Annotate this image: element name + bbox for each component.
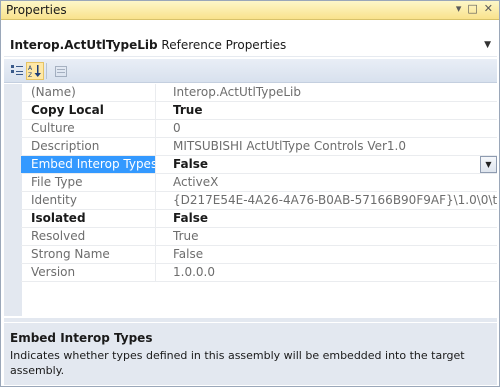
property-value[interactable]: False xyxy=(173,156,497,173)
object-type: Reference Properties xyxy=(157,38,287,52)
property-row-copy-local[interactable]: Copy Local True xyxy=(21,102,497,120)
object-name: Interop.ActUtlTypeLib xyxy=(10,38,158,52)
window-controls: ▾ □ ✕ xyxy=(456,2,493,15)
object-selector[interactable]: Interop.ActUtlTypeLib Reference Properti… xyxy=(4,34,497,57)
property-grid: (Name) Interop.ActUtlTypeLib Copy Local … xyxy=(4,84,497,316)
property-name: Isolated xyxy=(21,210,156,227)
property-name: Embed Interop Types xyxy=(21,156,156,173)
property-row-name[interactable]: (Name) Interop.ActUtlTypeLib xyxy=(21,84,497,102)
property-value: {D217E54E-4A26-4A76-B0AB-57166B90F9AF}\1… xyxy=(173,193,497,207)
property-name: Identity xyxy=(21,192,156,209)
property-name: Culture xyxy=(21,120,156,137)
property-value: 1.0.0.0 xyxy=(173,265,215,279)
property-rows: (Name) Interop.ActUtlTypeLib Copy Local … xyxy=(21,84,497,282)
window-titlebar: Properties ▾ □ ✕ xyxy=(1,1,499,20)
alphabetical-sort-button-icon[interactable]: A Z xyxy=(26,62,44,80)
description-text: Indicates whether types defined in this … xyxy=(10,349,465,377)
property-row-identity[interactable]: Identity {D217E54E-4A26-4A76-B0AB-57166B… xyxy=(21,192,497,210)
property-name: (Name) xyxy=(21,84,156,101)
property-value: False xyxy=(173,211,208,225)
property-name: Strong Name xyxy=(21,246,156,263)
property-value: 0 xyxy=(173,121,181,135)
property-value: True xyxy=(173,229,199,243)
svg-text:A: A xyxy=(28,65,33,72)
chevron-down-icon[interactable]: ▼ xyxy=(484,40,491,50)
maximize-icon[interactable]: □ xyxy=(467,2,477,15)
toolbar-separator xyxy=(46,63,47,79)
property-value: False xyxy=(173,247,204,261)
chevron-down-icon[interactable]: ▼ xyxy=(480,156,497,173)
property-name: Version xyxy=(21,264,156,281)
property-value: MITSUBISHI ActUtlType Controls Ver1.0 xyxy=(173,139,407,153)
property-row-strong-name[interactable]: Strong Name False xyxy=(21,246,497,264)
property-pages-button-icon[interactable] xyxy=(52,62,70,80)
property-value: ActiveX xyxy=(173,175,219,189)
property-row-isolated[interactable]: Isolated False xyxy=(21,210,497,228)
property-grid-gutter xyxy=(4,84,22,316)
window-position-dropdown-icon[interactable]: ▾ xyxy=(456,2,462,15)
property-row-version[interactable]: Version 1.0.0.0 xyxy=(21,264,497,282)
property-row-embed-interop-types[interactable]: Embed Interop Types False ▼ xyxy=(21,156,497,174)
property-value: Interop.ActUtlTypeLib xyxy=(173,85,301,99)
property-name: File Type xyxy=(21,174,156,191)
property-row-resolved[interactable]: Resolved True xyxy=(21,228,497,246)
window-title: Properties xyxy=(6,3,67,17)
properties-window: Properties ▾ □ ✕ Interop.ActUtlTypeLib R… xyxy=(0,0,500,387)
property-name: Description xyxy=(21,138,156,155)
property-row-file-type[interactable]: File Type ActiveX xyxy=(21,174,497,192)
object-selector-text: Interop.ActUtlTypeLib Reference Properti… xyxy=(10,38,286,52)
properties-toolbar: A Z xyxy=(4,59,497,83)
categorized-button-icon[interactable] xyxy=(8,62,26,80)
property-name: Resolved xyxy=(21,228,156,245)
property-row-culture[interactable]: Culture 0 xyxy=(21,120,497,138)
property-row-description[interactable]: Description MITSUBISHI ActUtlType Contro… xyxy=(21,138,497,156)
description-splitter[interactable] xyxy=(4,318,497,322)
property-name: Copy Local xyxy=(21,102,156,119)
description-pane: Embed Interop Types Indicates whether ty… xyxy=(4,323,497,385)
description-title: Embed Interop Types xyxy=(10,331,153,345)
close-icon[interactable]: ✕ xyxy=(484,2,493,15)
svg-text:Z: Z xyxy=(28,72,32,78)
property-value: True xyxy=(173,103,203,117)
